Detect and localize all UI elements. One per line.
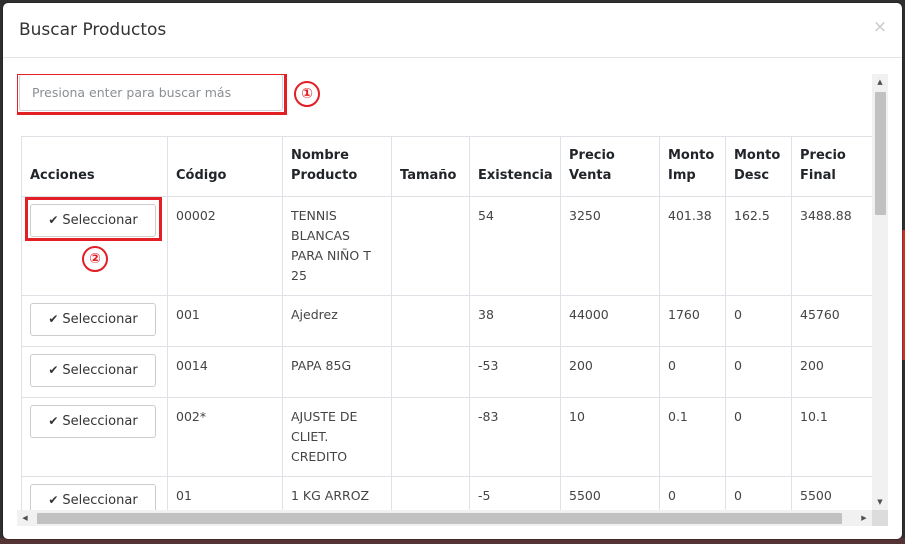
header-monto-imp: Monto Imp <box>659 136 726 197</box>
table-row: ✔ Seleccionar 001 Ajedrez 38 44000 1760 0… <box>21 295 872 347</box>
cell-tamano <box>391 196 470 296</box>
select-button-label: Seleccionar <box>62 414 138 429</box>
cell-acciones: ✔ Seleccionar <box>21 346 168 398</box>
check-icon: ✔ <box>48 213 59 227</box>
header-tamano: Tamaño <box>391 136 470 197</box>
arrow-right-icon[interactable]: ▶ <box>856 510 872 526</box>
products-table: Acciones Código Nombre Producto Tamaño E… <box>21 136 872 510</box>
header-precio-final: Precio Final <box>791 136 872 197</box>
cell-precio-venta: 5500 <box>560 476 660 510</box>
cell-monto-desc: 162.5 <box>725 196 792 296</box>
cell-precio-final: 45760 <box>791 295 872 347</box>
cell-precio-final: 3488.88 <box>791 196 872 296</box>
cell-monto-imp: 0 <box>659 476 726 510</box>
arrow-up-icon[interactable]: ▲ <box>872 74 888 90</box>
cell-acciones: ✔ Seleccionar <box>21 397 168 477</box>
cell-tamano <box>391 295 470 347</box>
cell-precio-final: 200 <box>791 346 872 398</box>
cell-existencia: -53 <box>469 346 561 398</box>
cell-nombre: TENNIS BLANCAS PARA NIÑO T 25 <box>282 196 392 296</box>
cell-monto-desc: 0 <box>725 295 792 347</box>
cell-precio-venta: 200 <box>560 346 660 398</box>
table-row: ✔ Seleccionar 00002 TENNIS BLANCAS PARA N… <box>21 196 872 296</box>
cell-codigo: 001 <box>167 295 283 347</box>
arrow-down-icon[interactable]: ▼ <box>872 494 888 510</box>
table-row: ✔Seleccionar 01 1 KG ARROZ TIO PELON -5 … <box>21 476 872 510</box>
cell-monto-imp: 1760 <box>659 295 726 347</box>
cell-acciones: ✔ Seleccionar <box>21 476 168 510</box>
cell-monto-desc: 0 <box>725 476 792 510</box>
cell-existencia: 54 <box>469 196 561 296</box>
cell-nombre: PAPA 85G <box>282 346 392 398</box>
cell-codigo: 00002 <box>167 196 283 296</box>
select-button[interactable]: ✔ Seleccionar <box>30 405 156 438</box>
cell-monto-desc: 0 <box>725 397 792 477</box>
cell-monto-imp: 401.38 <box>659 196 726 296</box>
cell-precio-venta: 3250 <box>560 196 660 296</box>
horizontal-scroll-thumb[interactable] <box>37 513 842 524</box>
modal-body-content: ① Acciones Código Nombre Producto Tamaño… <box>17 74 872 510</box>
header-acciones: Acciones <box>21 136 168 197</box>
cell-tamano <box>391 397 470 477</box>
check-icon: ✔ <box>48 312 59 326</box>
cell-codigo: 002* <box>167 397 283 477</box>
cell-codigo: 0014 <box>167 346 283 398</box>
check-icon: ✔ <box>48 493 59 507</box>
select-button[interactable]: ✔ Seleccionar <box>30 484 156 510</box>
check-icon: ✔ <box>48 363 59 377</box>
modal-header: Buscar Productos × <box>3 3 902 58</box>
cell-precio-final: 5500 <box>791 476 872 510</box>
annotation-marker-2: ② <box>82 246 108 272</box>
search-input[interactable] <box>19 74 283 111</box>
cell-precio-final: 10.1 <box>791 397 872 477</box>
cell-acciones: ✔ Seleccionar <box>21 295 168 347</box>
table-header-row: Acciones Código Nombre Producto Tamaño E… <box>21 136 872 197</box>
select-button-label: Seleccionar <box>62 363 138 378</box>
vertical-scroll-thumb[interactable] <box>875 92 886 215</box>
select-button[interactable]: ✔ Seleccionar <box>30 204 156 237</box>
cell-codigo: 01 <box>167 476 283 510</box>
cell-tamano <box>391 346 470 398</box>
annotation-marker-1: ① <box>294 81 320 107</box>
modal-title: Buscar Productos <box>19 20 167 40</box>
cell-tamano <box>391 476 470 510</box>
cell-existencia: 38 <box>469 295 561 347</box>
table-row: ✔ Seleccionar 0014 PAPA 85G -53 200 0 0 2… <box>21 346 872 398</box>
arrow-left-icon[interactable]: ◀ <box>17 510 33 526</box>
cell-precio-venta: 44000 <box>560 295 660 347</box>
horizontal-scrollbar[interactable]: ◀ ▶ <box>17 510 872 526</box>
close-icon[interactable]: × <box>871 17 889 37</box>
cell-monto-imp: 0 <box>659 346 726 398</box>
header-codigo: Código <box>167 136 283 197</box>
header-existencia: Existencia <box>469 136 561 197</box>
select-button-label: Seleccionar <box>62 493 138 508</box>
cell-nombre: AJUSTE DE CLIET. CREDITO <box>282 397 392 477</box>
header-precio-venta: Precio Venta <box>560 136 660 197</box>
scrollbar-corner <box>872 510 888 526</box>
cell-existencia: -83 <box>469 397 561 477</box>
cell-existencia: -5 <box>469 476 561 510</box>
search-products-modal: Buscar Productos × ① Acciones Código Nom… <box>3 3 902 539</box>
cell-nombre: 1 KG ARROZ TIO PELON <box>282 476 392 510</box>
select-button-label: Seleccionar <box>62 213 138 228</box>
header-nombre-producto: Nombre Producto <box>282 136 392 197</box>
table-row: ✔ Seleccionar 002* AJUSTE DE CLIET. CREDI… <box>21 397 872 477</box>
check-icon: ✔ <box>48 414 59 428</box>
cell-monto-imp: 0.1 <box>659 397 726 477</box>
select-button[interactable]: ✔ Seleccionar <box>30 354 156 387</box>
select-button-label: Seleccionar <box>62 312 138 327</box>
modal-body-scroll[interactable]: ① Acciones Código Nombre Producto Tamaño… <box>17 74 888 526</box>
header-monto-desc: Monto Desc <box>725 136 792 197</box>
select-button[interactable]: ✔ Seleccionar <box>30 303 156 336</box>
cell-precio-venta: 10 <box>560 397 660 477</box>
vertical-scrollbar[interactable]: ▲ ▼ <box>872 74 888 510</box>
cell-nombre: Ajedrez <box>282 295 392 347</box>
cell-monto-desc: 0 <box>725 346 792 398</box>
